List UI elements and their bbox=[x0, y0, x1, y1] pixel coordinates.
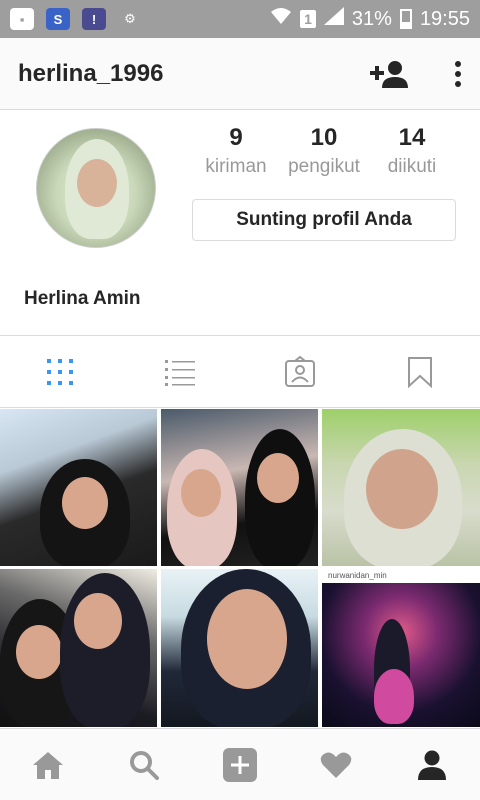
add-user-icon[interactable] bbox=[370, 59, 408, 89]
alert-app-icon: ! bbox=[82, 8, 106, 30]
tagged-icon bbox=[285, 355, 315, 387]
full-name: Herlina Amin bbox=[24, 288, 141, 309]
grid-icon bbox=[47, 358, 73, 385]
profile-stats: 9 kiriman 10 pengikut 14 diikuti bbox=[192, 124, 456, 178]
settings-notify-icon: ⚙ bbox=[124, 11, 136, 26]
bottom-navigation bbox=[0, 728, 480, 800]
sim-indicator: 1 bbox=[300, 10, 316, 28]
battery-percent: 31% bbox=[351, 7, 392, 30]
add-post-icon bbox=[223, 747, 257, 782]
profile-icon bbox=[418, 750, 446, 780]
photo-figure bbox=[374, 669, 414, 724]
posts-label: kiriman bbox=[205, 156, 267, 177]
post-thumbnail[interactable] bbox=[0, 569, 157, 727]
nav-activity[interactable] bbox=[288, 729, 384, 800]
profile-view-tabs bbox=[0, 336, 480, 408]
signal-icon bbox=[323, 7, 344, 31]
wifi-icon bbox=[270, 7, 292, 31]
system-status: 1 31% 19:55 bbox=[270, 7, 470, 31]
avatar[interactable] bbox=[36, 128, 156, 248]
bbm-icon: ▪ bbox=[10, 8, 34, 30]
followers-label: pengikut bbox=[288, 156, 360, 177]
post-thumbnail[interactable] bbox=[161, 409, 318, 566]
tab-saved[interactable] bbox=[360, 336, 480, 407]
tab-grid[interactable] bbox=[0, 336, 120, 407]
followers-count: 10 bbox=[310, 124, 338, 151]
status-bar: ▪ S ! ⚙ 1 31% 19:55 bbox=[0, 0, 480, 38]
battery-icon bbox=[399, 9, 412, 29]
list-icon bbox=[165, 359, 195, 386]
search-icon bbox=[130, 750, 159, 780]
photo-face bbox=[74, 593, 122, 649]
clock: 19:55 bbox=[419, 7, 470, 30]
post-thumbnail[interactable] bbox=[322, 409, 480, 566]
post-thumbnail[interactable] bbox=[161, 569, 318, 727]
photo-face bbox=[207, 589, 287, 689]
edit-profile-button[interactable]: Sunting profil Anda bbox=[192, 199, 456, 241]
photo-face bbox=[181, 469, 221, 517]
following-stat[interactable]: 14 diikuti bbox=[368, 124, 456, 178]
bookmark-icon bbox=[408, 356, 432, 388]
tab-list[interactable] bbox=[120, 336, 240, 407]
following-count: 14 bbox=[398, 124, 426, 151]
more-vertical-icon[interactable] bbox=[454, 60, 462, 88]
followers-stat[interactable]: 10 pengikut bbox=[280, 124, 368, 178]
photo-face bbox=[62, 477, 108, 529]
photo-face bbox=[366, 449, 438, 529]
posts-count: 9 bbox=[229, 124, 243, 151]
post-caption: nurwanidan_min bbox=[322, 569, 480, 583]
post-thumbnail[interactable] bbox=[0, 409, 157, 566]
profile-header: herlina_1996 bbox=[0, 38, 480, 110]
heart-icon bbox=[320, 752, 352, 778]
home-icon bbox=[33, 751, 63, 779]
nav-search[interactable] bbox=[96, 729, 192, 800]
s-app-icon: S bbox=[46, 8, 70, 30]
tab-tagged[interactable] bbox=[240, 336, 360, 407]
username: herlina_1996 bbox=[18, 59, 164, 87]
following-label: diikuti bbox=[387, 156, 437, 177]
profile-section: 9 kiriman 10 pengikut 14 diikuti Sunting… bbox=[0, 110, 480, 336]
posts-stat[interactable]: 9 kiriman bbox=[192, 124, 280, 178]
photo-face bbox=[16, 625, 62, 679]
posts-grid: nurwanidan_min bbox=[0, 409, 480, 727]
nav-home[interactable] bbox=[0, 729, 96, 800]
post-thumbnail[interactable]: nurwanidan_min bbox=[322, 569, 480, 727]
photo-face bbox=[257, 453, 299, 503]
notification-icons: ▪ S ! ⚙ bbox=[10, 8, 142, 30]
nav-add-post[interactable] bbox=[192, 729, 288, 800]
avatar-face bbox=[77, 159, 117, 207]
nav-profile[interactable] bbox=[384, 729, 480, 800]
header-actions bbox=[370, 59, 462, 89]
